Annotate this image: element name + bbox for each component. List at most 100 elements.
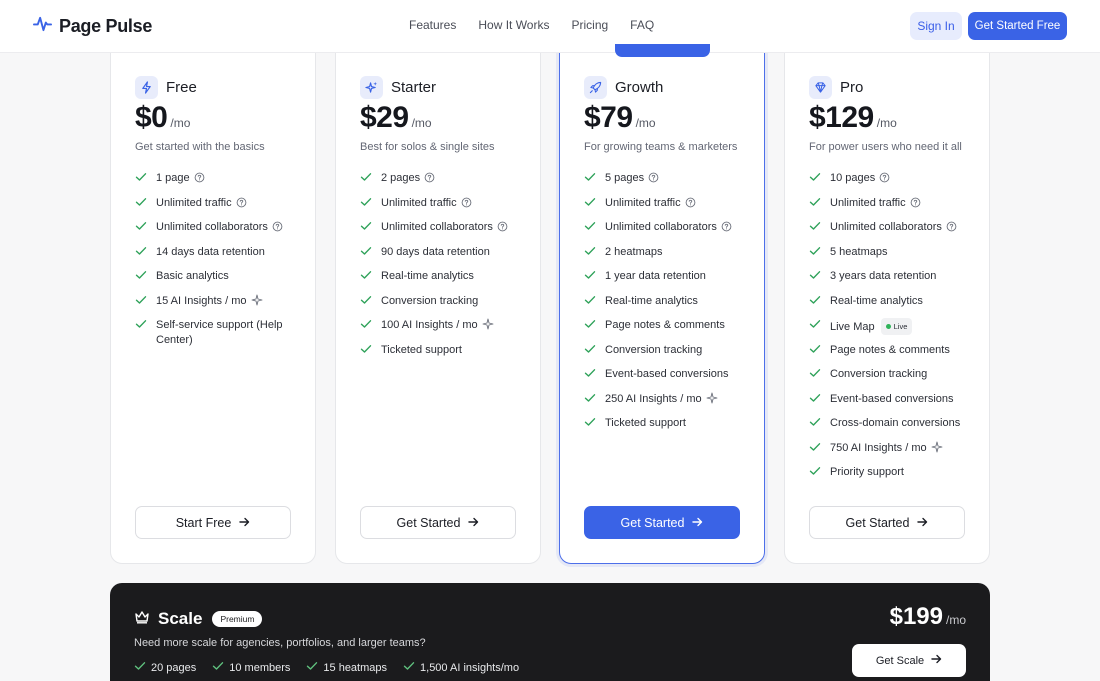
feature-item: Real-time analytics [809, 294, 979, 319]
feature-label: 5 heatmaps [830, 245, 888, 258]
ai-sparkle-icon [251, 294, 263, 311]
live-dot-icon [885, 324, 891, 329]
get-started-free-button[interactable]: Get Started Free [968, 12, 1067, 40]
plan-cta-label: Get Started [396, 515, 461, 530]
feature-label: Event-based conversions [830, 392, 954, 405]
info-icon[interactable] [461, 197, 472, 213]
info-icon[interactable] [424, 172, 435, 188]
feature-item: 15 AI Insights / mo [135, 294, 305, 319]
plan-cta-button[interactable]: Get Started [360, 506, 516, 539]
info-icon[interactable] [879, 172, 890, 188]
feature-label: Conversion tracking [605, 343, 703, 356]
feature-label: 14 days data retention [156, 245, 265, 258]
plan-cta-button[interactable]: Get Started [809, 506, 965, 539]
nav-faq[interactable]: FAQ [630, 18, 654, 32]
brand-name: Page Pulse [59, 15, 153, 36]
scale-feature-label: 20 pages [151, 661, 197, 674]
plan-cta-button[interactable]: Get Started [584, 506, 740, 539]
live-badge: Live [880, 318, 913, 335]
info-icon[interactable] [272, 221, 283, 237]
get-scale-label: Get Scale [875, 654, 925, 667]
check-icon [360, 172, 374, 187]
plan-cta-label: Start Free [175, 515, 232, 530]
nav-pricing[interactable]: Pricing [571, 18, 608, 32]
scale-feature-label: 10 members [229, 661, 291, 674]
check-icon [135, 246, 149, 261]
feature-item: 90 days data retention [360, 245, 530, 270]
feature-item: 2 pages [360, 171, 530, 196]
arrow-right-icon [931, 654, 942, 667]
check-icon [306, 661, 318, 674]
rocket-icon [584, 76, 607, 99]
arrow-right-icon [917, 516, 928, 530]
sign-in-button[interactable]: Sign In [910, 12, 962, 40]
check-icon [809, 295, 823, 310]
plan-feature-list: 10 pages Unlimited traffic Unlimited col… [809, 171, 979, 490]
brand-logo[interactable]: Page Pulse [33, 14, 152, 38]
plan-price: $29 [360, 101, 409, 134]
plan-card-free: Free $0 /mo Get started with the basics … [110, 40, 316, 564]
plan-price: $79 [584, 101, 633, 134]
nav-how-it-works[interactable]: How It Works [478, 18, 549, 32]
feature-item: 250 AI Insights / mo [584, 392, 754, 417]
live-badge-label: Live [893, 322, 908, 331]
feature-item: Basic analytics [135, 269, 305, 294]
check-icon [360, 221, 374, 236]
scale-feature-item: 10 members [212, 661, 290, 674]
feature-item: Unlimited traffic [360, 196, 530, 221]
feature-label: Event-based conversions [605, 368, 729, 380]
feature-item: 1 page [135, 171, 305, 196]
feature-item: Ticketed support [584, 416, 754, 441]
check-icon [584, 319, 598, 334]
feature-label: 5 pages [605, 172, 645, 184]
feature-label: 10 pages [830, 172, 876, 184]
feature-label: Conversion tracking [381, 294, 479, 307]
info-icon[interactable] [946, 221, 957, 237]
feature-item: Unlimited traffic [135, 196, 305, 221]
plan-cta-label: Get Started [845, 515, 910, 530]
check-icon [584, 295, 598, 310]
crown-icon [134, 610, 150, 629]
check-icon [809, 197, 823, 212]
check-icon [584, 221, 598, 236]
lightning-icon [135, 76, 158, 99]
plan-header: Free [135, 76, 197, 99]
feature-label: 2 heatmaps [605, 245, 663, 258]
check-icon [135, 270, 149, 285]
feature-label: Priority support [830, 466, 904, 478]
plan-cta-button[interactable]: Start Free [135, 506, 291, 539]
check-icon [584, 172, 598, 187]
plan-description: For growing teams & marketers [584, 141, 738, 153]
feature-item: Page notes & comments [809, 343, 979, 368]
plan-header: Starter [360, 76, 436, 99]
feature-item: 10 pages [809, 171, 979, 196]
get-scale-button[interactable]: Get Scale [852, 644, 966, 677]
plan-description: Get started with the basics [135, 141, 265, 153]
plan-price-row: $29 /mo [360, 101, 432, 135]
info-icon[interactable] [194, 172, 205, 188]
feature-item: Priority support [809, 465, 979, 490]
info-icon[interactable] [236, 197, 247, 213]
feature-item: Conversion tracking [809, 367, 979, 392]
feature-item: Unlimited collaborators [135, 220, 305, 245]
check-icon [212, 661, 224, 674]
nav-features[interactable]: Features [409, 18, 456, 32]
plan-card-pro: Pro $129 /mo For power users who need it… [784, 40, 990, 564]
ai-sparkle-icon [706, 392, 718, 409]
info-icon[interactable] [685, 197, 696, 213]
info-icon[interactable] [910, 197, 921, 213]
info-icon[interactable] [648, 172, 659, 188]
scale-header: Scale Premium [134, 609, 263, 629]
scale-feature-label: 15 heatmaps [323, 661, 388, 674]
plan-price-period: /mo [635, 116, 656, 130]
feature-item: Page notes & comments [584, 318, 754, 343]
scale-feature-item: 15 heatmaps [306, 661, 387, 674]
check-icon [584, 270, 598, 285]
info-icon[interactable] [497, 221, 508, 237]
info-icon[interactable] [721, 221, 732, 237]
check-icon [360, 270, 374, 285]
feature-item: 1 year data retention [584, 269, 754, 294]
scale-plan-section: Scale Premium Need more scale for agenci… [110, 583, 990, 681]
plan-card-growth: Growth $79 /mo For growing teams & marke… [559, 40, 765, 564]
check-icon [134, 661, 146, 674]
